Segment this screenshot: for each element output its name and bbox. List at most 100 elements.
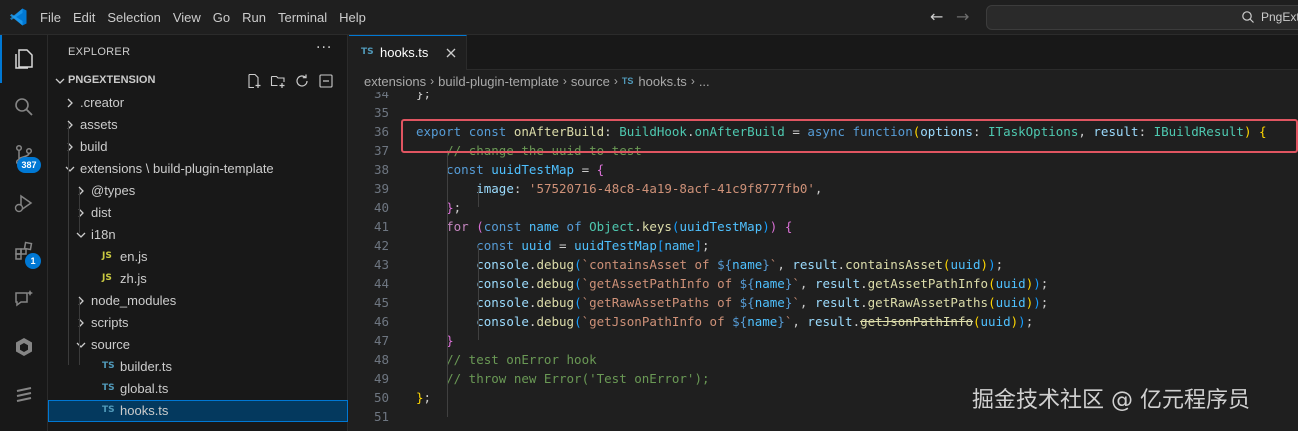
- javascript-file-icon: JS: [102, 273, 112, 283]
- breadcrumb: extensions › build-plugin-template › source ›…: [349, 70, 1298, 92]
- code-text: console.debug(`getAssetPathInfo of ${nam…: [476, 276, 1049, 291]
- tree-item[interactable]: i18n: [48, 224, 348, 246]
- menu-item-terminal[interactable]: Terminal: [272, 0, 333, 35]
- stacked-s-icon: [16, 387, 32, 402]
- tree-item[interactable]: TS global.ts: [48, 378, 348, 400]
- tab-label: hooks.ts: [380, 45, 429, 60]
- workspace-name: PNGEXTENSION: [68, 74, 156, 86]
- chevron-down-icon: [76, 342, 86, 348]
- tree-item[interactable]: source: [48, 334, 348, 356]
- refresh-icon[interactable]: [294, 73, 310, 89]
- tree-item-label: i18n: [91, 227, 116, 242]
- menu-item-view[interactable]: View: [167, 0, 207, 35]
- line-number: 49: [373, 371, 389, 386]
- code-text: console.debug(`containsAsset of ${name}`…: [476, 257, 1004, 272]
- chevron-right-icon: [67, 142, 73, 152]
- tree-item[interactable]: @types: [48, 180, 348, 202]
- search-activity[interactable]: [0, 83, 48, 131]
- code-text: };: [416, 390, 432, 405]
- tree-item[interactable]: JS en.js: [48, 246, 348, 268]
- extensions-activity[interactable]: 1: [0, 227, 48, 275]
- code-text: // change the uuid to test: [416, 143, 642, 158]
- new-folder-icon[interactable]: [270, 73, 286, 89]
- chevron-right-icon: [67, 98, 73, 108]
- menu-item-help[interactable]: Help: [333, 0, 372, 35]
- tree-item[interactable]: scripts: [48, 312, 348, 334]
- chevron-right-icon: [67, 120, 73, 130]
- menu-item-selection[interactable]: Selection: [101, 0, 166, 35]
- tree-item-label: zh.js: [120, 271, 147, 286]
- tree-item[interactable]: .creator: [48, 92, 348, 114]
- extensions-badge: 1: [25, 253, 41, 269]
- code-text: };: [416, 92, 432, 101]
- tree-item[interactable]: JS zh.js: [48, 268, 348, 290]
- command-center-search[interactable]: PngExt: [986, 5, 1298, 30]
- tree-item-label: global.ts: [120, 381, 169, 396]
- line-number: 34: [373, 92, 389, 101]
- code-line: 38 const uuidTestMap = {: [349, 160, 1298, 179]
- run-debug-activity[interactable]: [0, 179, 48, 227]
- line-number: 41: [373, 219, 389, 234]
- breadcrumb-item[interactable]: ...: [699, 74, 710, 89]
- explorer-sidebar: EXPLORER ··· PNGEXTENSION .creator assets…: [48, 35, 348, 431]
- tree-item[interactable]: build: [48, 136, 348, 158]
- breadcrumb-item[interactable]: hooks.ts: [638, 74, 686, 89]
- cocos-activity[interactable]: [0, 323, 48, 371]
- code-line: 40 };: [349, 198, 1298, 217]
- menu-item-run[interactable]: Run: [236, 0, 272, 35]
- chevron-right-icon: ›: [430, 74, 435, 88]
- code-line: 45 console.debug(`getRawAssetPaths of ${…: [349, 293, 1298, 312]
- code-line: 35: [349, 103, 1298, 122]
- menu-item-file[interactable]: File: [34, 0, 67, 35]
- source-control-activity[interactable]: 387: [0, 131, 48, 179]
- breadcrumb-item[interactable]: extensions: [364, 74, 426, 89]
- chat-sparkle-icon: [15, 290, 33, 307]
- close-icon[interactable]: [443, 45, 459, 61]
- tree-item[interactable]: node_modules: [48, 290, 348, 312]
- stack-activity[interactable]: [0, 371, 48, 419]
- menu-item-go[interactable]: Go: [207, 0, 236, 35]
- chevron-right-icon: ›: [690, 74, 695, 88]
- code-line: 43 console.debug(`containsAsset of ${nam…: [349, 255, 1298, 274]
- code-text: // test onError hook: [416, 352, 597, 367]
- tree-item[interactable]: dist: [48, 202, 348, 224]
- javascript-file-icon: JS: [102, 251, 112, 261]
- tab-hooks-ts[interactable]: TS hooks.ts: [349, 35, 467, 70]
- workspace-header[interactable]: PNGEXTENSION: [48, 70, 348, 92]
- code-line: 37 // change the uuid to test: [349, 141, 1298, 160]
- tree-item-label: scripts: [91, 315, 129, 330]
- tree-item[interactable]: TS builder.ts: [48, 356, 348, 378]
- collapse-all-icon[interactable]: [318, 73, 334, 89]
- code-line: 34};: [349, 92, 1298, 103]
- chevron-right-icon: [78, 208, 84, 218]
- search-icon: [1242, 11, 1254, 23]
- new-file-icon[interactable]: [246, 73, 262, 89]
- menu-item-edit[interactable]: Edit: [67, 0, 101, 35]
- line-number: 39: [373, 181, 389, 196]
- tree-item[interactable]: TS hooks.ts: [48, 400, 348, 422]
- line-number: 37: [373, 143, 389, 158]
- vscode-logo-icon[interactable]: [8, 7, 28, 27]
- breadcrumb-item[interactable]: build-plugin-template: [438, 74, 559, 89]
- breadcrumb-item[interactable]: source: [571, 74, 610, 89]
- code-line: 41 for (const name of Object.keys(uuidTe…: [349, 217, 1298, 236]
- more-actions-icon[interactable]: ···: [316, 40, 332, 56]
- chevron-right-icon: [78, 318, 84, 328]
- tree-item[interactable]: extensions \ build-plugin-template: [48, 158, 348, 180]
- tree-item-label: build: [80, 139, 108, 154]
- explorer-activity[interactable]: [0, 35, 48, 83]
- tree-item[interactable]: assets: [48, 114, 348, 136]
- code-text: console.debug(`getRawAssetPaths of ${nam…: [476, 295, 1049, 310]
- code-editor[interactable]: 34}; 35 36 export const onAfterBuild: Build…: [349, 92, 1298, 431]
- chat-activity[interactable]: [0, 275, 48, 323]
- tree-item-label: builder.ts: [120, 359, 173, 374]
- code-text: export const onAfterBuild: BuildHook.onA…: [416, 124, 1267, 139]
- forward-arrow-icon[interactable]: →: [956, 9, 972, 25]
- activity-bar: 387 1: [0, 35, 48, 431]
- back-arrow-icon[interactable]: ←: [930, 9, 946, 25]
- files-icon: [15, 49, 33, 69]
- tree-item-label: node_modules: [91, 293, 177, 308]
- typescript-file-icon: TS: [102, 405, 115, 415]
- chevron-down-icon: [76, 232, 86, 238]
- indent-guide: [79, 299, 80, 365]
